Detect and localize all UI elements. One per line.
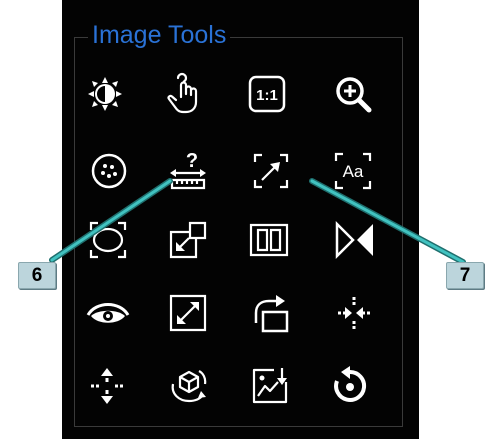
brightness-contrast-button[interactable] bbox=[77, 66, 133, 122]
show-hide-icon bbox=[86, 291, 130, 323]
rotate-frame-button[interactable] bbox=[243, 285, 299, 341]
fit-screen-icon bbox=[166, 291, 210, 335]
3d-rotate-button[interactable] bbox=[161, 358, 217, 414]
split-view-icon bbox=[247, 218, 291, 262]
roi-icon bbox=[87, 149, 131, 193]
calibration-ruler-icon: ? bbox=[170, 150, 206, 193]
zoom-in-icon bbox=[331, 72, 375, 116]
split-view-button[interactable] bbox=[241, 212, 297, 268]
annotation-text-button[interactable]: Aa bbox=[325, 143, 381, 199]
line-measure-button[interactable] bbox=[243, 143, 299, 199]
export-image-icon bbox=[248, 364, 292, 408]
reduce-window-icon bbox=[166, 218, 210, 262]
reduce-window-button[interactable] bbox=[160, 212, 216, 268]
export-image-button[interactable] bbox=[242, 358, 298, 414]
annotation-text-icon: Aa bbox=[331, 149, 375, 193]
one-to-one-icon: 1:1 bbox=[245, 72, 289, 116]
move-vertical-button[interactable] bbox=[79, 358, 135, 414]
reset-button[interactable] bbox=[322, 358, 378, 414]
ellipse-roi-icon bbox=[86, 218, 130, 262]
3d-rotate-icon bbox=[167, 364, 211, 408]
flip-horizontal-button[interactable] bbox=[327, 212, 383, 268]
zoom-in-button[interactable] bbox=[325, 66, 381, 122]
move-vertical-icon bbox=[91, 368, 123, 404]
ellipse-roi-button[interactable] bbox=[80, 212, 136, 268]
reset-icon bbox=[328, 366, 372, 408]
brightness-contrast-icon bbox=[88, 77, 122, 111]
show-hide-button[interactable] bbox=[80, 285, 136, 341]
move-horizontal-icon bbox=[338, 297, 370, 329]
flip-horizontal-icon bbox=[333, 218, 373, 262]
pan-hand-icon bbox=[162, 72, 206, 116]
pan-hand-button[interactable] bbox=[156, 66, 212, 122]
calibration-question-label: ? bbox=[186, 150, 198, 172]
calibration-ruler-button[interactable]: ? bbox=[160, 143, 216, 199]
callout-7-badge: 7 bbox=[446, 262, 484, 289]
callout-6-badge: 6 bbox=[18, 262, 56, 289]
move-horizontal-button[interactable] bbox=[326, 285, 382, 341]
one-to-one-label: 1:1 bbox=[256, 87, 278, 104]
annotation-text-label: Aa bbox=[343, 162, 364, 181]
rotate-frame-icon bbox=[249, 295, 293, 335]
line-measure-icon bbox=[249, 149, 293, 193]
roi-button[interactable] bbox=[81, 143, 137, 199]
one-to-one-button[interactable]: 1:1 bbox=[239, 66, 295, 122]
fit-screen-button[interactable] bbox=[160, 285, 216, 341]
panel-title: Image Tools bbox=[88, 20, 231, 50]
